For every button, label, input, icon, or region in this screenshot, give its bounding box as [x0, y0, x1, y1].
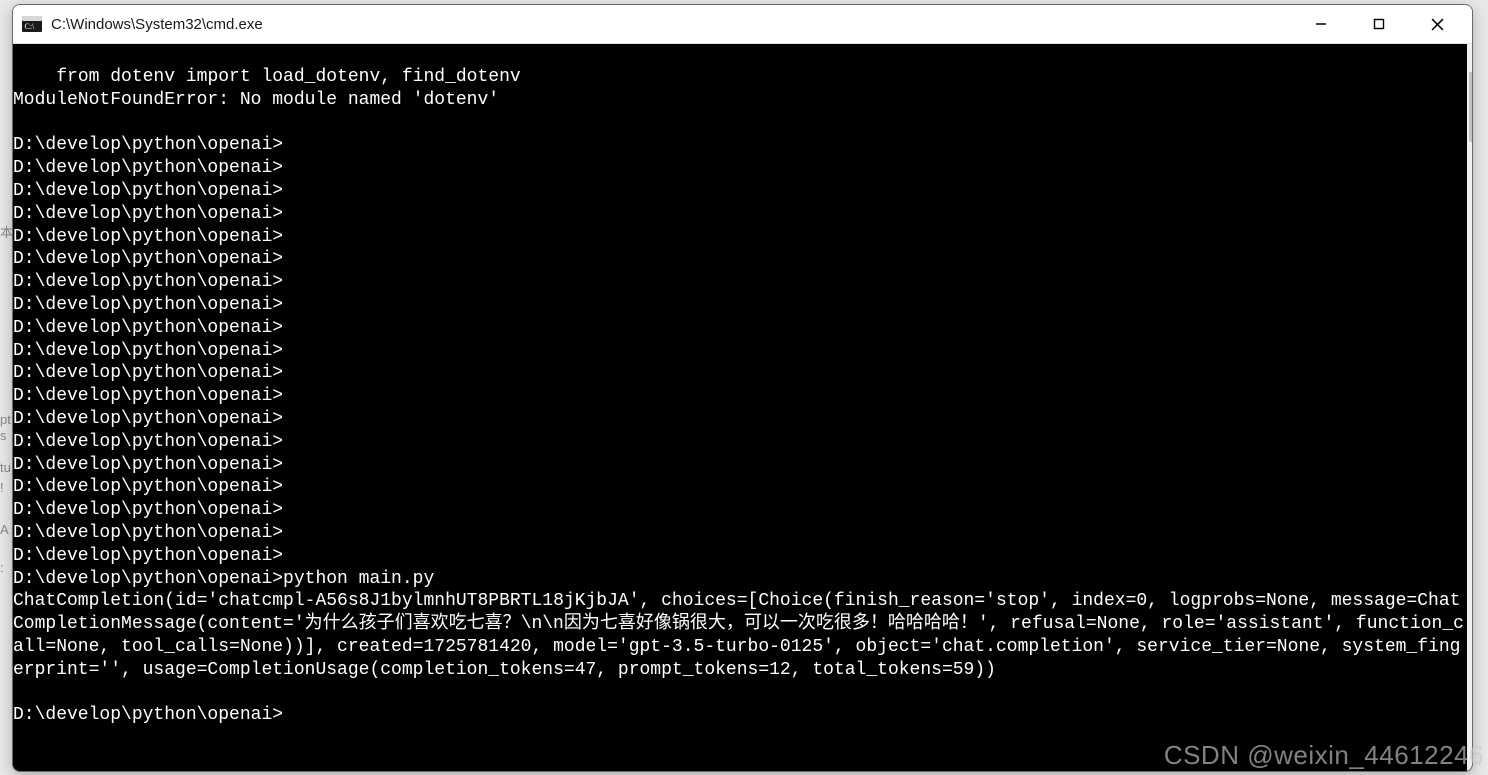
bg-fragment: ! — [0, 480, 4, 495]
minimize-button[interactable] — [1292, 5, 1350, 43]
window-controls — [1292, 5, 1466, 43]
titlebar[interactable]: C:\ C:\Windows\System32\cmd.exe — [13, 5, 1472, 44]
bg-fragment: A — [0, 522, 9, 537]
cmd-window: C:\ C:\Windows\System32\cmd.exe from dot… — [12, 4, 1473, 772]
terminal-output[interactable]: from dotenv import load_dotenv, find_dot… — [13, 62, 1467, 753]
scrollbar-thumb[interactable] — [1469, 72, 1473, 142]
scrollbar[interactable] — [1467, 44, 1472, 771]
svg-text:C:\: C:\ — [25, 22, 36, 31]
window-title: C:\Windows\System32\cmd.exe — [51, 16, 263, 33]
bg-fragment: pt — [0, 412, 11, 427]
bg-fragment: : — [0, 560, 4, 575]
bg-fragment: tu — [0, 460, 11, 475]
bg-fragment: s — [0, 428, 7, 443]
close-button[interactable] — [1408, 5, 1466, 43]
cmd-icon: C:\ — [21, 15, 43, 33]
maximize-button[interactable] — [1350, 5, 1408, 43]
